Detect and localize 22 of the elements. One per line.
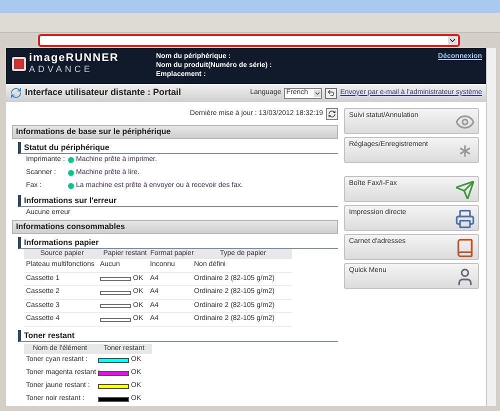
subsection-title: Statut du périphérique — [18, 142, 338, 154]
page-title: Interface utilisateur distante : Portail — [25, 86, 182, 100]
apply-button[interactable] — [325, 88, 338, 98]
cube-logo-icon — [12, 57, 26, 71]
subsection-title: Informations sur l'erreur — [18, 194, 338, 207]
paper-level-bar — [100, 277, 131, 282]
paper-level-bar — [100, 304, 131, 308]
section-header: Informations de base sur le périphérique — [12, 124, 338, 139]
paper-level-bar — [100, 290, 131, 295]
caret-icon — [448, 36, 457, 45]
logo-subtext: ADVANCE — [29, 64, 94, 75]
refresh-icon — [328, 110, 336, 118]
refresh-button[interactable] — [326, 108, 338, 120]
book-icon — [455, 238, 475, 258]
return-icon — [327, 89, 336, 97]
logo-text: imageRUNNER — [29, 53, 119, 64]
paper-level-bar — [100, 318, 131, 322]
portal-icon — [10, 87, 22, 99]
printer-icon — [455, 209, 475, 229]
address-dropdown[interactable] — [38, 34, 460, 47]
caret-icon — [314, 90, 322, 96]
section-header: Informations consommables — [12, 220, 338, 234]
